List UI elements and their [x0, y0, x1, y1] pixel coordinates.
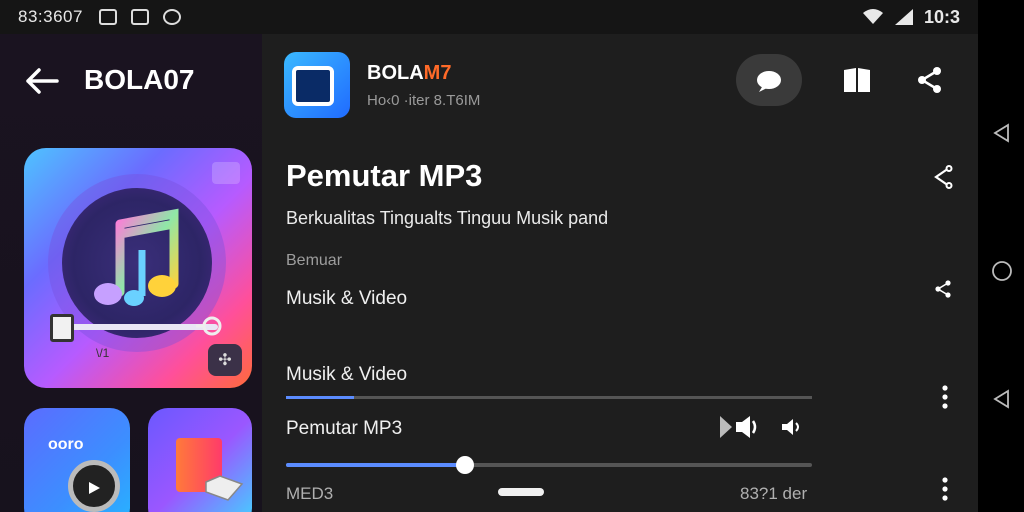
folder-icon	[205, 475, 244, 501]
album-art-card[interactable]: \/1 ✣	[24, 148, 252, 388]
music-note-icon	[94, 208, 179, 306]
book-button[interactable]	[839, 62, 875, 98]
play-icon	[89, 482, 100, 494]
key-icon	[196, 316, 222, 336]
shuffle-icon: ✣	[218, 352, 232, 369]
app-name-prefix: BOLA	[367, 62, 424, 84]
back-nav-button[interactable]	[991, 122, 1013, 144]
more-vert-icon	[942, 385, 948, 409]
screen-icon	[292, 66, 334, 106]
seek-bar-knob[interactable]	[455, 456, 474, 474]
photo-icon	[98, 9, 117, 25]
recents-nav-button[interactable]	[991, 388, 1013, 410]
category-label: Musik & Video	[286, 288, 408, 309]
thumbnail-label: ooro	[48, 436, 84, 453]
app-subtitle: Ho‹0 ·iter 8.T6IM	[367, 92, 481, 109]
volume-icon	[720, 416, 757, 438]
music-disc	[62, 188, 212, 338]
main-panel: BOLAM7 Ho‹0 ·iter 8.T6IM Pemutar MP3 Ber…	[262, 34, 978, 512]
thumbnail-video[interactable]	[148, 408, 252, 512]
share-outline-icon	[934, 165, 953, 189]
seek-bar-fill	[286, 463, 465, 467]
share-icon	[918, 67, 941, 93]
status-bar: 83:3607 10:3	[0, 0, 978, 34]
connect-button[interactable]	[928, 274, 958, 304]
wifi-icon	[862, 9, 883, 24]
whatsapp-icon	[162, 9, 181, 25]
section-label: Bemuar	[286, 252, 343, 269]
triangle-back-icon	[993, 123, 1009, 143]
nodes-icon	[935, 280, 951, 298]
home-nav-button[interactable]	[991, 260, 1013, 282]
left-panel: BOLA07 \/1 ✣ ooro	[0, 34, 262, 512]
speaker-icon	[782, 419, 799, 435]
thumbnail-headphones[interactable]: ooro	[24, 408, 130, 512]
seek-bar[interactable]	[286, 456, 812, 474]
page-title: Pemutar MP3	[286, 158, 483, 193]
app-name: BOLAM7	[367, 62, 451, 85]
footer-right-text: 83?1 der	[740, 484, 808, 503]
volume-button[interactable]	[718, 412, 758, 442]
notification-icons	[98, 9, 181, 25]
page-subtitle: Berkualitas Tingualts Tinguu Musik pand	[286, 208, 609, 228]
shuffle-button[interactable]: ✣	[208, 344, 242, 376]
signal-icon	[894, 9, 913, 25]
footer-left-text: MED3	[286, 484, 334, 503]
arrow-left-icon	[26, 68, 59, 94]
more-options-button[interactable]	[930, 382, 960, 412]
home-indicator[interactable]	[498, 488, 544, 496]
navigation-bar	[978, 0, 1024, 512]
corner-badge	[212, 162, 240, 184]
sidebar-title: BOLA07	[84, 64, 195, 95]
share-small-button[interactable]	[928, 162, 958, 192]
album-slider-handle[interactable]	[50, 314, 74, 342]
triangle-back-icon	[993, 389, 1009, 409]
share-button[interactable]	[912, 62, 948, 98]
circle-home-icon	[992, 261, 1012, 281]
track-label: Pemutar MP3	[286, 418, 403, 439]
more-options-button-2[interactable]	[930, 474, 960, 504]
app-icon[interactable]	[284, 52, 350, 118]
speaker-button[interactable]	[776, 412, 806, 442]
chat-button[interactable]	[736, 54, 802, 106]
status-time: 83:3607	[18, 7, 83, 26]
more-vert-icon	[942, 477, 948, 501]
back-button[interactable]	[22, 64, 62, 98]
row-label: Musik & Video	[286, 364, 408, 385]
chat-bubble-icon	[757, 71, 781, 92]
status-right: 10:3	[862, 7, 960, 28]
book-icon	[844, 68, 870, 92]
status-clock: 10:3	[923, 6, 960, 27]
image-icon	[130, 9, 149, 25]
album-caption: \/1	[96, 346, 110, 360]
progress-fill-top	[286, 396, 355, 399]
app-name-accent: M7	[423, 62, 452, 84]
progress-track-top	[286, 396, 812, 399]
